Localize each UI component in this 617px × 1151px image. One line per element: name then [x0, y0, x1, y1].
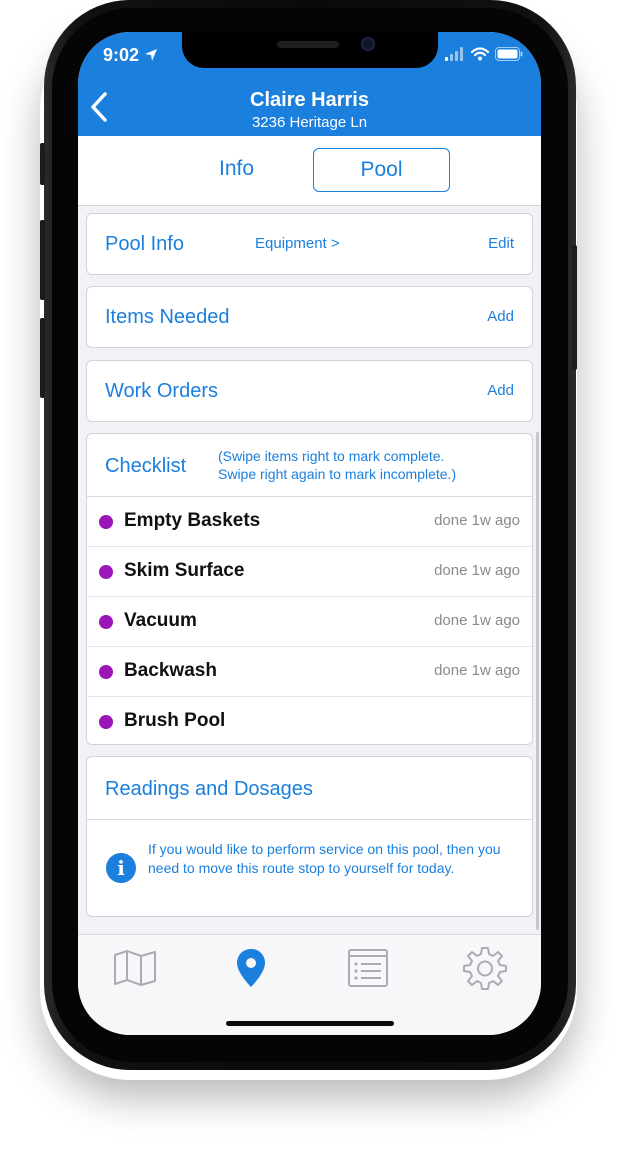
tab-settings[interactable] — [460, 943, 510, 993]
work-orders-card: Work Orders Add — [86, 360, 533, 422]
checklist-item[interactable]: Brush Pool — [87, 697, 532, 747]
readings-card: Readings and Dosages i If you would like… — [86, 756, 533, 917]
service-notice: i If you would like to perform service o… — [87, 820, 532, 916]
checklist-item-status: done 1w ago — [434, 612, 520, 629]
customer-name: Claire Harris — [250, 89, 369, 111]
checklist-item[interactable]: Skim Surface done 1w ago — [87, 547, 532, 597]
status-dot — [99, 715, 113, 729]
readings-title: Readings and Dosages — [105, 778, 313, 800]
checklist-item-label: Skim Surface — [124, 560, 245, 581]
info-icon: i — [106, 853, 136, 883]
segmented-control: Info Pool — [78, 136, 541, 206]
status-icons — [445, 47, 523, 61]
speaker-grille — [277, 41, 339, 48]
checklist-item-label: Empty Baskets — [124, 510, 261, 531]
battery-icon — [495, 47, 523, 61]
checklist-card: Checklist (Swipe items right to mark com… — [86, 433, 533, 745]
status-dot — [99, 565, 113, 579]
notch — [182, 32, 438, 68]
checklist-item-label: Backwash — [124, 660, 217, 681]
volume-down-button — [40, 318, 45, 398]
add-work-order-button[interactable]: Add — [487, 382, 514, 399]
location-pin-icon — [237, 949, 265, 987]
checklist-item[interactable]: Vacuum done 1w ago — [87, 597, 532, 647]
location-arrow-icon — [145, 49, 158, 61]
app-screen: 9:02 Claire Harris 3236 Heritage Ln Info… — [78, 32, 541, 1035]
customer-address: 3236 Heritage Ln — [251, 114, 368, 131]
checklist-item[interactable]: Backwash done 1w ago — [87, 647, 532, 697]
status-time: 9:02 — [103, 45, 158, 66]
checklist-item-label: Vacuum — [124, 610, 197, 631]
items-needed-card: Items Needed Add — [86, 286, 533, 348]
power-button — [572, 245, 577, 370]
checklist-title: Checklist — [105, 455, 187, 477]
checklist-item[interactable]: Empty Baskets done 1w ago — [87, 497, 532, 547]
scroll-indicator[interactable] — [536, 432, 539, 930]
service-notice-text: If you would like to perform service on … — [148, 841, 501, 876]
wifi-icon — [471, 47, 489, 61]
status-dot — [99, 615, 113, 629]
front-camera — [361, 37, 375, 51]
tab-bar — [78, 934, 541, 1035]
tab-pool[interactable]: Pool — [313, 148, 450, 192]
volume-up-button — [40, 220, 45, 300]
list-icon — [348, 949, 388, 987]
mute-switch — [40, 143, 45, 185]
pool-info-title: Pool Info — [105, 233, 184, 255]
work-orders-title: Work Orders — [105, 380, 218, 402]
map-icon — [114, 950, 156, 986]
checklist-item-label: Brush Pool — [124, 710, 226, 731]
checklist-item-status: done 1w ago — [434, 562, 520, 579]
status-dot — [99, 515, 113, 529]
tab-route[interactable] — [226, 943, 276, 993]
nav-header: 9:02 Claire Harris 3236 Heritage Ln — [78, 32, 541, 136]
gear-icon — [463, 947, 507, 990]
tab-info[interactable]: Info — [168, 148, 305, 192]
checklist-hint: (Swipe items right to mark complete. Swi… — [218, 448, 457, 482]
add-item-button[interactable]: Add — [487, 308, 514, 325]
signal-icon — [445, 47, 463, 61]
items-needed-title: Items Needed — [105, 306, 230, 328]
equipment-link[interactable]: Equipment > — [255, 235, 340, 252]
home-indicator[interactable] — [226, 1021, 394, 1026]
checklist-item-status: done 1w ago — [434, 662, 520, 679]
edit-button[interactable]: Edit — [488, 235, 514, 252]
tab-map[interactable] — [110, 943, 160, 993]
checklist-item-status: done 1w ago — [434, 512, 520, 529]
pool-info-card: Pool Info Equipment > Edit — [86, 213, 533, 275]
status-dot — [99, 665, 113, 679]
tab-list[interactable] — [343, 943, 393, 993]
